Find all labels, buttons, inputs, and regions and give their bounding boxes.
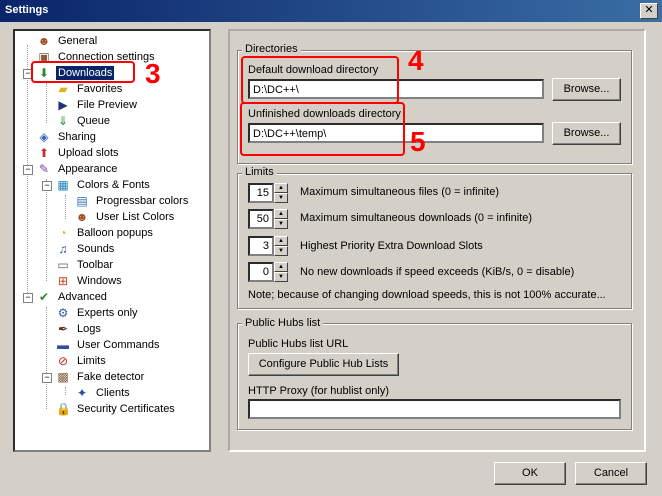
- balloon-icon: ◔: [59, 226, 67, 240]
- max-downloads-value[interactable]: 50: [248, 209, 274, 229]
- palette-icon: ✎: [38, 162, 50, 176]
- window-title: Settings: [5, 4, 49, 16]
- configure-hub-lists-button[interactable]: Configure Public Hub Lists: [248, 353, 399, 376]
- max-files-label: Maximum simultaneous files (0 = infinite…: [300, 186, 499, 198]
- command-icon: ▬: [57, 338, 69, 352]
- max-downloads-label: Maximum simultaneous downloads (0 = infi…: [300, 212, 533, 224]
- extra-slots-label: Highest Priority Extra Download Slots: [300, 240, 483, 252]
- windows-icon: ⊞: [57, 274, 69, 288]
- annotation-box-downloads: [31, 61, 135, 83]
- colors-icon: ▦: [57, 178, 69, 192]
- spin-down-icon[interactable]: ▼: [274, 246, 288, 256]
- max-files-spinner[interactable]: 15 ▲ ▼: [248, 183, 288, 203]
- annotation-box-default-directory: [241, 56, 399, 104]
- upload-icon: ⬆: [38, 146, 50, 160]
- speed-limit-label: No new downloads if speed exceeds (KiB/s…: [300, 266, 575, 278]
- cancel-button[interactable]: Cancel: [575, 462, 647, 485]
- folder-icon: ▰: [58, 82, 68, 96]
- spin-down-icon[interactable]: ▼: [274, 219, 288, 229]
- tree-line: [46, 179, 47, 281]
- speed-limit-value[interactable]: 0: [248, 262, 274, 282]
- annotation-box-unfinished-directory: [240, 102, 405, 156]
- user-icon: ☻: [37, 34, 51, 48]
- annotation-number-4: 4: [408, 45, 424, 76]
- settings-tree[interactable]: ☻ General ▣ Connection settings − ⬇ Down…: [13, 29, 211, 452]
- extra-slots-spinner[interactable]: 3 ▲ ▼: [248, 236, 288, 256]
- tree-line: [46, 307, 47, 409]
- public-hubs-legend: Public Hubs list: [242, 317, 324, 329]
- annotation-number-3: 3: [145, 58, 161, 89]
- close-button[interactable]: ✕: [640, 3, 658, 19]
- spin-down-icon[interactable]: ▼: [274, 272, 288, 282]
- extra-slots-value[interactable]: 3: [248, 236, 274, 256]
- spin-up-icon[interactable]: ▲: [274, 183, 288, 193]
- tree-line: [65, 195, 66, 219]
- spin-up-icon[interactable]: ▲: [274, 262, 288, 272]
- play-icon: ▶: [58, 98, 68, 112]
- expand-colors-toggle[interactable]: −: [42, 181, 52, 191]
- spin-up-icon[interactable]: ▲: [274, 236, 288, 246]
- limit-icon: ⊘: [57, 354, 69, 368]
- check-icon: ✔: [38, 290, 50, 304]
- directories-legend: Directories: [242, 43, 301, 55]
- share-icon: ◈: [39, 130, 49, 144]
- queue-icon: ⇓: [57, 114, 69, 128]
- expand-advanced-toggle[interactable]: −: [23, 293, 33, 303]
- progressbar-icon: ▤: [76, 194, 88, 208]
- expand-appearance-toggle[interactable]: −: [23, 165, 33, 175]
- browse-unfinished-button[interactable]: Browse...: [552, 122, 621, 145]
- gear-icon: ⚙: [57, 306, 69, 320]
- toolbar-icon: ▭: [57, 258, 69, 272]
- expand-fake-detector-toggle[interactable]: −: [42, 373, 52, 383]
- lock-icon: 🔒: [56, 402, 71, 416]
- log-icon: ✒: [57, 322, 69, 336]
- detector-icon: ▩: [57, 370, 69, 384]
- http-proxy-label: HTTP Proxy (for hublist only): [248, 385, 390, 397]
- spin-down-icon[interactable]: ▼: [274, 193, 288, 203]
- limits-note: Note; because of changing download speed…: [248, 289, 606, 301]
- limits-legend: Limits: [242, 166, 277, 178]
- client-icon: ✦: [76, 386, 88, 400]
- userlist-icon: ☻: [75, 210, 89, 224]
- spin-up-icon[interactable]: ▲: [274, 209, 288, 219]
- title-bar: Settings ✕: [0, 0, 662, 22]
- note-icon: ♫: [58, 242, 68, 256]
- max-files-value[interactable]: 15: [248, 183, 274, 203]
- http-proxy-input[interactable]: [248, 399, 621, 419]
- hubs-url-label: Public Hubs list URL: [248, 338, 349, 350]
- annotation-number-5: 5: [410, 126, 426, 157]
- tree-line: [65, 387, 66, 395]
- max-downloads-spinner[interactable]: 50 ▲ ▼: [248, 209, 288, 229]
- tree-line: [46, 83, 47, 123]
- ok-button[interactable]: OK: [494, 462, 566, 485]
- browse-default-button[interactable]: Browse...: [552, 78, 621, 101]
- speed-limit-spinner[interactable]: 0 ▲ ▼: [248, 262, 288, 282]
